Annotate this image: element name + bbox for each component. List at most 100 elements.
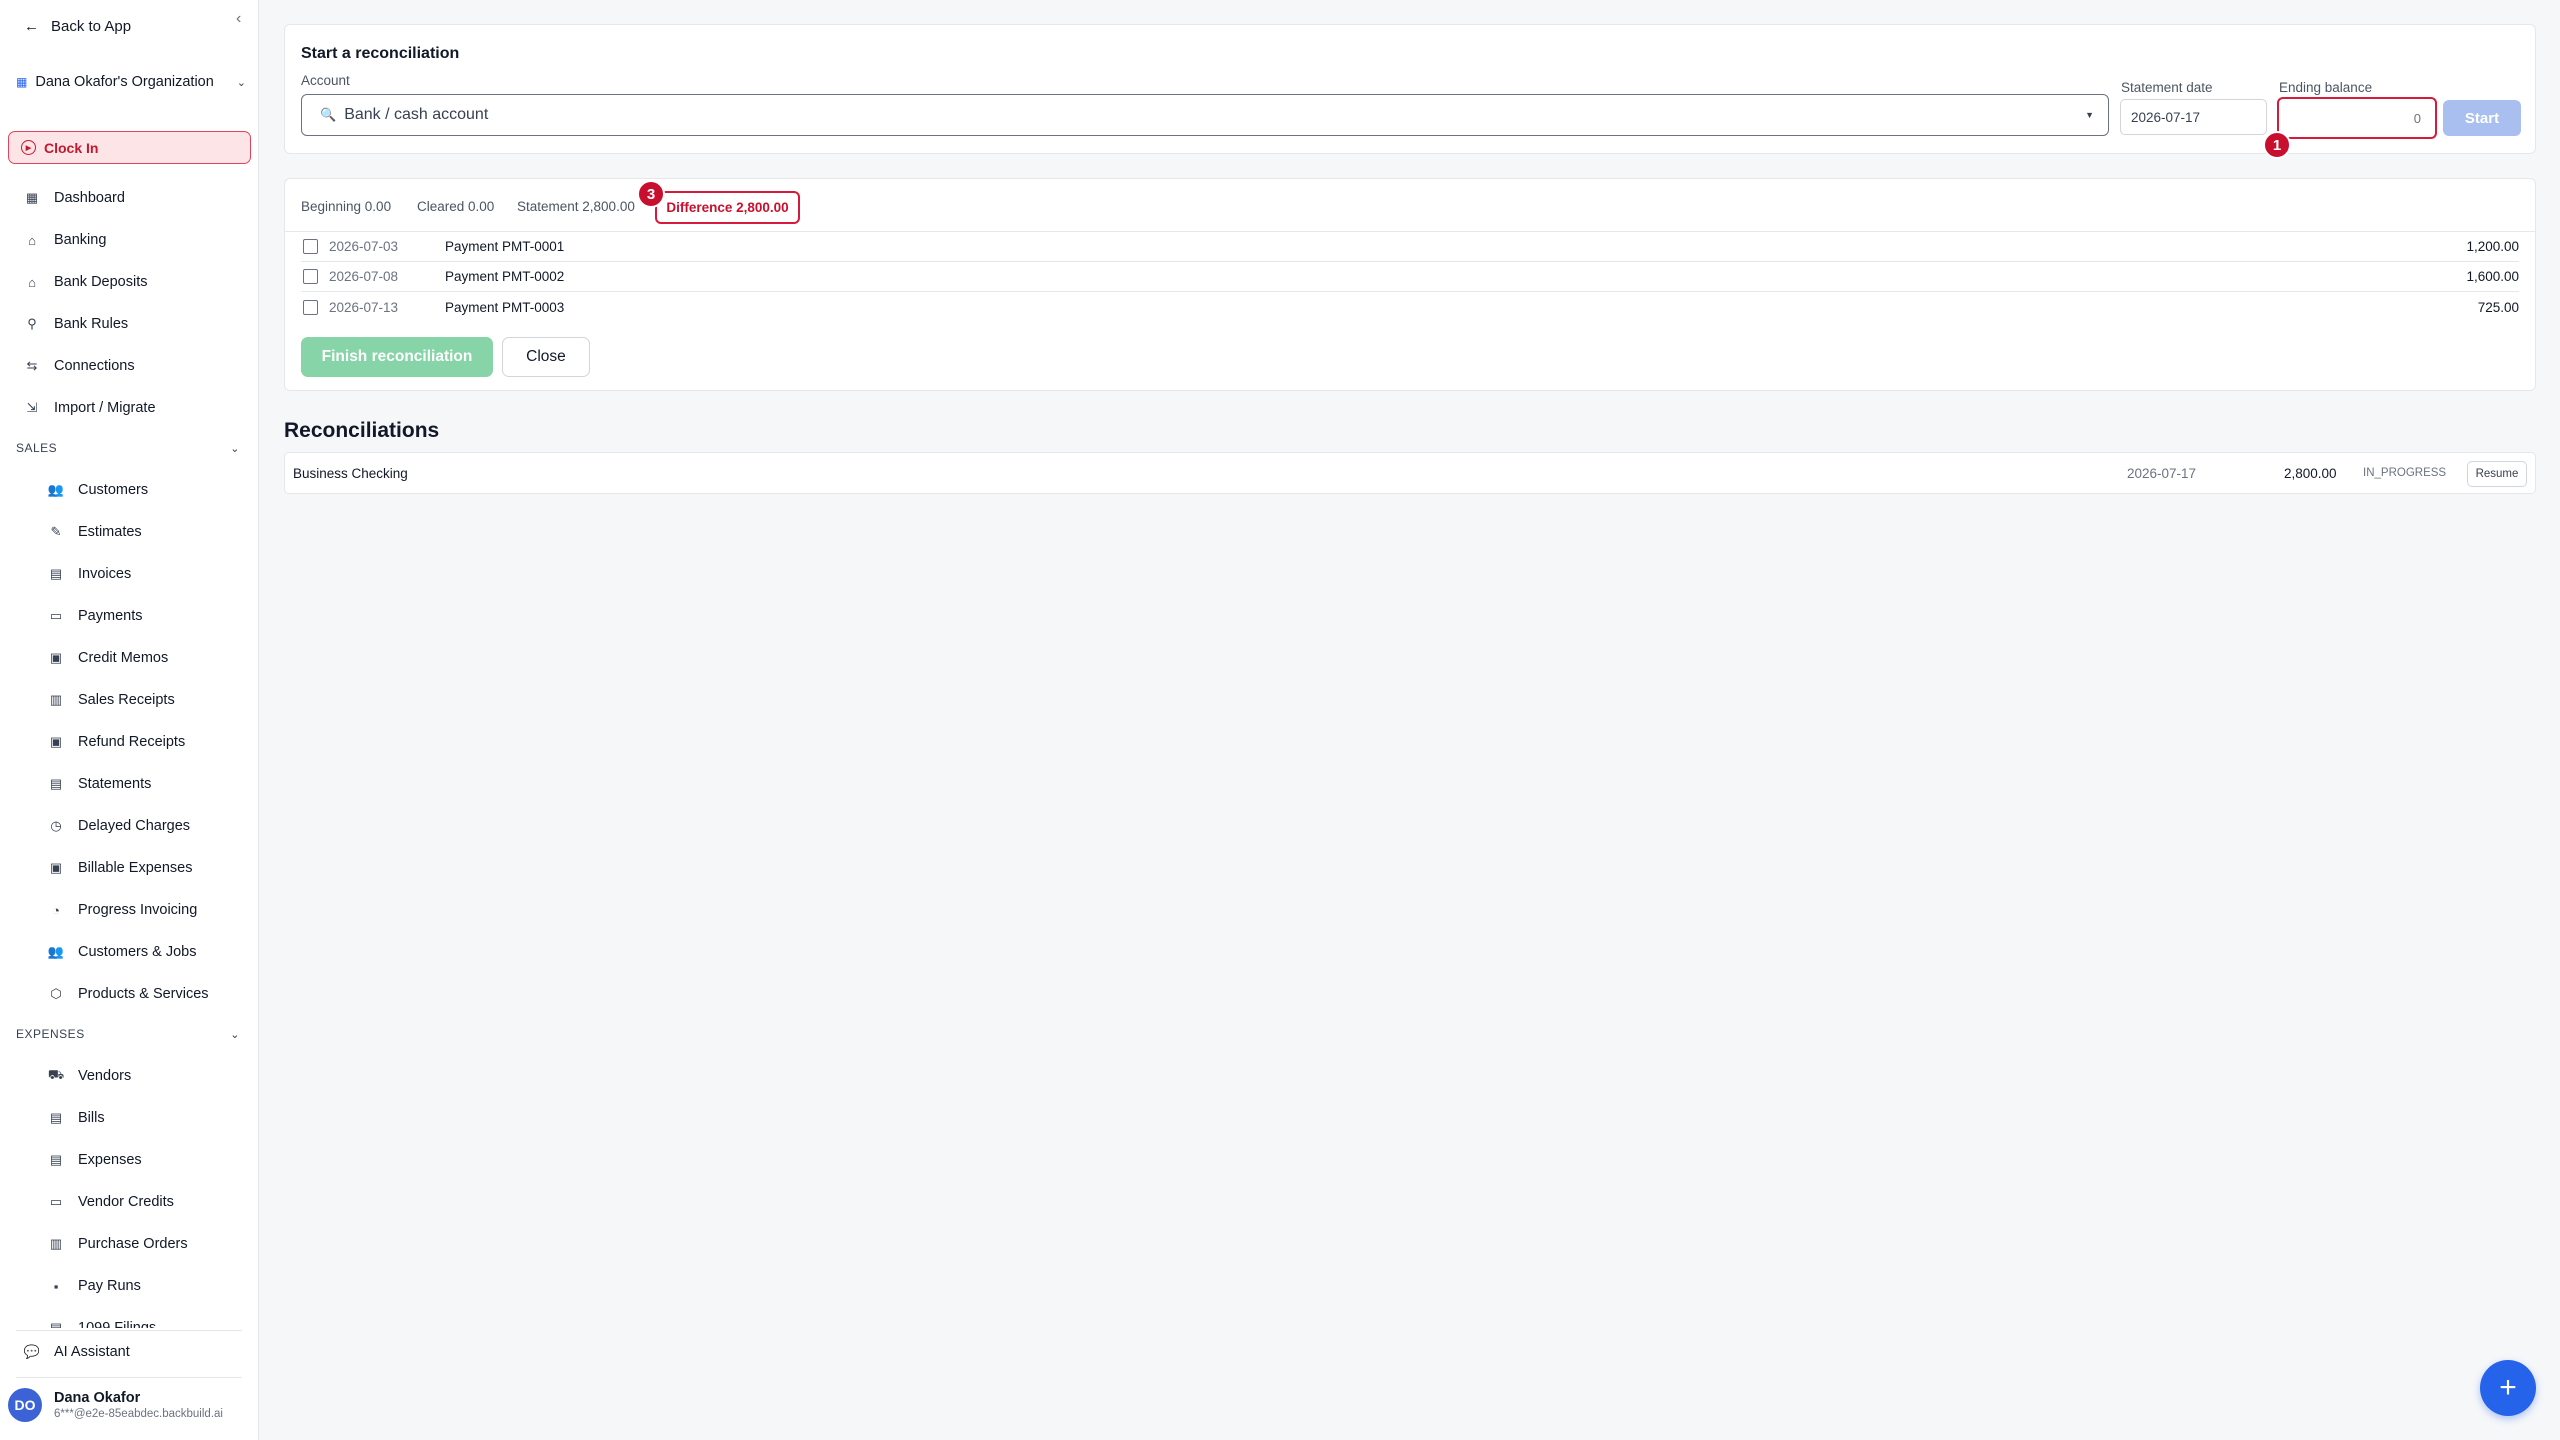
sidebar-item-label: Credit Memos bbox=[78, 650, 169, 666]
sidebar-item-label: Customers bbox=[78, 482, 149, 498]
sidebar-item-estimates[interactable]: ✎ Estimates bbox=[48, 521, 142, 543]
rec-account: Business Checking bbox=[293, 466, 408, 481]
dashboard-icon: ▦ bbox=[25, 190, 39, 205]
sidebar-divider bbox=[16, 1377, 242, 1378]
clock-in-label: Clock In bbox=[44, 139, 99, 156]
statement-date-input[interactable]: 2026-07-17 bbox=[2120, 99, 2267, 135]
back-to-app-link[interactable]: ← Back to App bbox=[24, 18, 131, 35]
rec-date: 2026-07-17 bbox=[2127, 466, 2197, 481]
sidebar-item-sales-receipts[interactable]: ▥ Sales Receipts bbox=[48, 689, 175, 711]
sidebar-item-label: Customers & Jobs bbox=[78, 944, 197, 960]
sidebar-item-customers[interactable]: 👥 Customers bbox=[48, 479, 148, 501]
sidebar-item-delayed-charges[interactable]: ◷ Delayed Charges bbox=[48, 815, 190, 837]
truck-icon: ⛟ bbox=[47, 1067, 65, 1082]
sidebar-item-vendors[interactable]: ⛟ Vendors bbox=[48, 1065, 131, 1087]
sidebar-item-label: Expenses bbox=[78, 1152, 142, 1168]
payrun-icon: ▪ bbox=[53, 1278, 59, 1294]
sidebar-item-customers-jobs[interactable]: 👥 Customers & Jobs bbox=[47, 941, 197, 963]
filter-icon: ⚲ bbox=[27, 316, 37, 331]
sidebar-item-credit-memos[interactable]: ▣ Credit Memos bbox=[48, 647, 168, 669]
arrow-left-icon: ← bbox=[24, 18, 39, 35]
sidebar-item-progress-invoicing[interactable]: ◔ Progress Invoicing bbox=[48, 899, 197, 921]
sidebar-item-label: Bank Deposits bbox=[54, 274, 148, 290]
clear-checkbox[interactable] bbox=[303, 299, 318, 315]
resume-button[interactable]: Resume bbox=[2467, 461, 2527, 487]
collapse-sidebar-icon[interactable]: ‹ bbox=[236, 10, 241, 28]
sidebar-item-connections[interactable]: ⇆ Connections bbox=[24, 355, 135, 377]
sidebar-scroll-clip: ▤ 1099 Filings bbox=[48, 1310, 248, 1328]
deposit-icon: ⌂ bbox=[28, 274, 36, 290]
sidebar-item-label: Estimates bbox=[78, 524, 142, 540]
bill-icon: ▤ bbox=[49, 1110, 63, 1125]
row-description: Payment PMT-0002 bbox=[445, 269, 565, 284]
sidebar-item-billable-expenses[interactable]: ▣ Billable Expenses bbox=[48, 857, 193, 879]
sidebar-item-label: Dashboard bbox=[54, 190, 125, 206]
users-icon: 👥 bbox=[47, 944, 65, 959]
sidebar-item-1099-filings[interactable]: ▤ 1099 Filings bbox=[48, 1317, 156, 1328]
account-label: Account bbox=[301, 73, 350, 88]
clear-checkbox[interactable] bbox=[303, 239, 318, 254]
credit-icon: ▭ bbox=[49, 1194, 63, 1209]
row-description: Payment PMT-0001 bbox=[445, 239, 565, 254]
bank-icon: ⌂ bbox=[28, 232, 36, 248]
expenses-section-header[interactable]: EXPENSES ⌄ bbox=[16, 1027, 240, 1041]
statement-balance: Statement 2,800.00 bbox=[517, 199, 635, 214]
row-amount: 1,200.00 bbox=[2466, 239, 2519, 254]
billable-icon: ▣ bbox=[49, 860, 63, 875]
sidebar-item-bills[interactable]: ▤ Bills bbox=[48, 1107, 105, 1129]
add-fab-button[interactable]: + bbox=[2480, 1360, 2536, 1416]
clock-in-button[interactable]: ▶ Clock In bbox=[8, 131, 251, 164]
sales-section-header[interactable]: SALES ⌄ bbox=[16, 441, 240, 455]
sidebar-item-label: Import / Migrate bbox=[54, 400, 156, 416]
sidebar-item-label: Bills bbox=[78, 1110, 105, 1126]
sidebar-item-invoices[interactable]: ▤ Invoices bbox=[48, 563, 131, 585]
difference-balance: Difference 2,800.00 bbox=[655, 191, 800, 224]
sidebar-item-bank-rules[interactable]: ⚲ Bank Rules bbox=[24, 313, 128, 335]
row-date: 2026-07-03 bbox=[329, 239, 399, 254]
sidebar-item-label: Banking bbox=[54, 232, 107, 248]
reconciliation-session-card: Beginning 0.00 Cleared 0.00 Statement 2,… bbox=[284, 178, 2536, 391]
sidebar-item-pay-runs[interactable]: ▪ Pay Runs bbox=[48, 1275, 141, 1297]
sidebar-item-label: 1099 Filings bbox=[78, 1320, 157, 1328]
user-profile[interactable]: DO Dana Okafor 6***@e2e-85eabdec.backbui… bbox=[8, 1388, 223, 1422]
user-name: Dana Okafor bbox=[54, 1390, 141, 1406]
sidebar: ← Back to App ‹ ▦ Dana Okafor's Organiza… bbox=[0, 0, 259, 1440]
org-switcher[interactable]: ▦ Dana Okafor's Organization ⌄ bbox=[16, 74, 246, 90]
clock-icon: ◷ bbox=[50, 818, 62, 833]
credit-memo-icon: ▣ bbox=[49, 650, 63, 665]
sidebar-item-label: Purchase Orders bbox=[78, 1236, 188, 1252]
chevron-down-icon: ⌄ bbox=[230, 1028, 240, 1041]
sidebar-item-payments[interactable]: ▭ Payments bbox=[48, 605, 143, 627]
sidebar-item-products-services[interactable]: ⬡ Products & Services bbox=[48, 983, 208, 1005]
account-select[interactable]: 🔍 Bank / cash account ▼ bbox=[301, 94, 2109, 136]
row-date: 2026-07-13 bbox=[329, 299, 399, 315]
sidebar-item-purchase-orders[interactable]: ▥ Purchase Orders bbox=[48, 1233, 188, 1255]
card-title: Start a reconciliation bbox=[301, 45, 460, 62]
sidebar-item-dashboard[interactable]: ▦ Dashboard bbox=[24, 187, 125, 209]
receipt-icon: ▥ bbox=[49, 692, 63, 707]
sidebar-item-ai-assistant[interactable]: 💬 AI Assistant bbox=[24, 1341, 130, 1363]
sidebar-item-label: Pay Runs bbox=[78, 1278, 141, 1294]
finish-reconciliation-button[interactable]: Finish reconciliation bbox=[301, 337, 493, 377]
sidebar-item-expenses[interactable]: ▤ Expenses bbox=[48, 1149, 142, 1171]
sidebar-item-banking[interactable]: ⌂ Banking bbox=[24, 229, 106, 251]
clear-checkbox[interactable] bbox=[303, 269, 318, 284]
ending-balance-input[interactable]: 0 bbox=[2277, 97, 2437, 139]
start-reconciliation-card: Start a reconciliation Account 🔍 Bank / … bbox=[284, 24, 2536, 159]
estimate-icon: ✎ bbox=[50, 524, 62, 539]
sales-header-label: SALES bbox=[16, 441, 58, 455]
sidebar-item-refund-receipts[interactable]: ▣ Refund Receipts bbox=[48, 731, 185, 753]
close-button[interactable]: Close bbox=[502, 337, 590, 377]
sidebar-item-label: Vendor Credits bbox=[78, 1194, 174, 1210]
sidebar-item-statements[interactable]: ▤ Statements bbox=[48, 773, 152, 795]
start-button[interactable]: Start bbox=[2443, 100, 2521, 136]
sidebar-item-vendor-credits[interactable]: ▭ Vendor Credits bbox=[48, 1191, 174, 1213]
sidebar-item-label: Refund Receipts bbox=[78, 734, 186, 750]
annotation-badge: 3 bbox=[637, 180, 665, 208]
sidebar-item-import-migrate[interactable]: ⇲ Import / Migrate bbox=[24, 397, 156, 419]
ending-balance-label: Ending balance bbox=[2279, 80, 2373, 95]
expense-icon: ▤ bbox=[49, 1152, 63, 1167]
sidebar-item-label: Vendors bbox=[78, 1068, 132, 1084]
statement-icon: ▤ bbox=[49, 776, 63, 791]
sidebar-item-bank-deposits[interactable]: ⌂ Bank Deposits bbox=[24, 271, 148, 293]
